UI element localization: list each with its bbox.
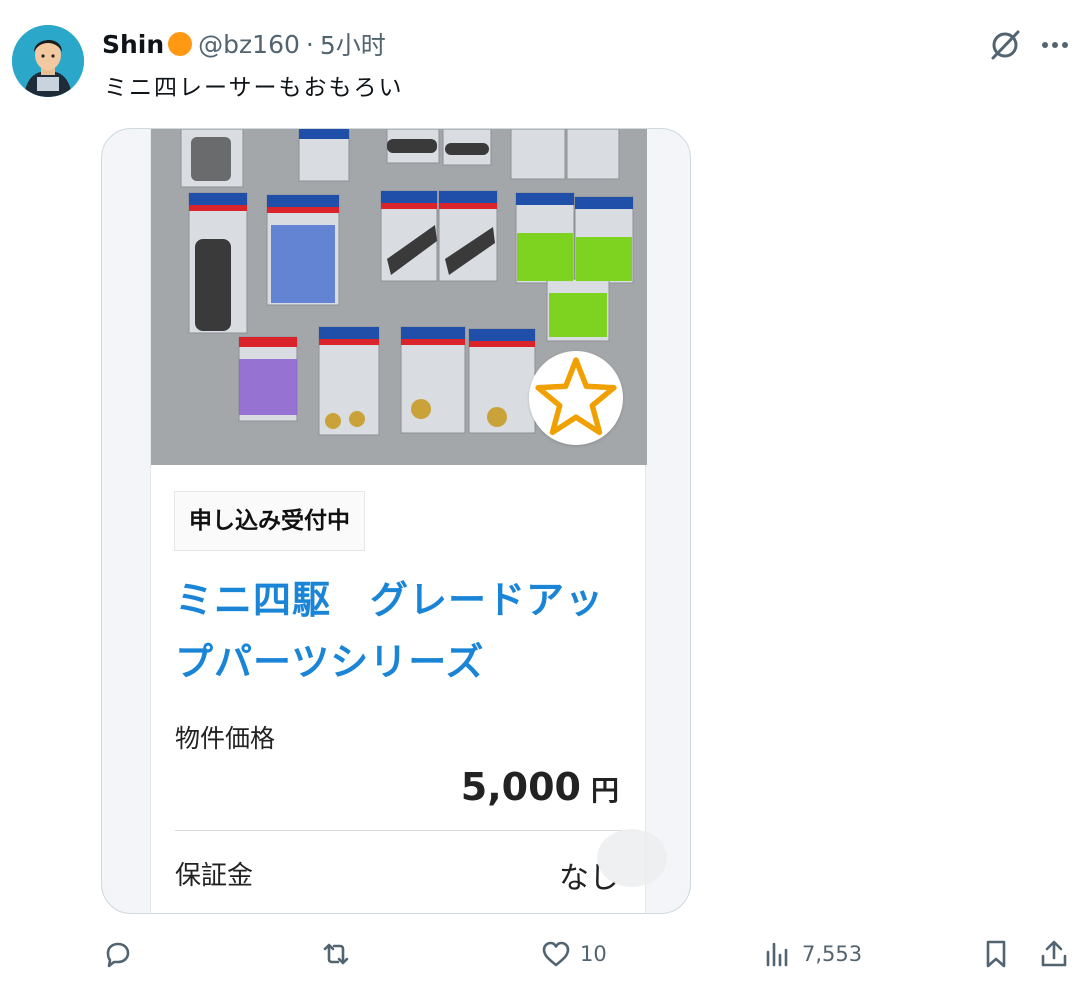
deposit-label: 保証金 (175, 861, 254, 891)
avatar[interactable] (12, 25, 84, 97)
status-badge: 申し込み受付中 (174, 491, 365, 551)
reply-icon (106, 942, 130, 968)
tweet-actions: 10 7,553 (0, 930, 1092, 980)
heart-icon (542, 941, 570, 967)
views-button[interactable]: 7,553 (762, 930, 862, 978)
avatar-image (12, 25, 84, 97)
tweet-header: Shin @bz160 · 5小时 (102, 26, 386, 62)
link-card[interactable]: 申し込み受付中 ミニ四駆 グレードアップパーツシリーズ 物件価格 5,000 円 … (101, 128, 691, 914)
like-count: 10 (580, 942, 607, 966)
price-value: 5,000 円 (461, 765, 619, 809)
bookmark-icon (986, 940, 1006, 968)
bookmark-button[interactable] (980, 930, 1012, 978)
reply-button[interactable] (102, 930, 134, 978)
author-handle[interactable]: @bz160 (198, 30, 300, 59)
like-button[interactable]: 10 (540, 930, 607, 978)
price-amount: 5,000 (460, 765, 581, 809)
views-chart-icon (766, 942, 788, 967)
orange-circle-badge-icon (168, 32, 193, 56)
divider (175, 830, 623, 831)
price-unit: 円 (590, 774, 619, 807)
grok-icon[interactable] (988, 28, 1022, 62)
author-name[interactable]: Shin (102, 30, 164, 59)
price-label: 物件価格 (175, 724, 276, 753)
retweet-icon (323, 943, 349, 965)
card-content: 申し込み受付中 ミニ四駆 グレードアップパーツシリーズ 物件価格 5,000 円 … (150, 129, 667, 913)
views-count: 7,553 (802, 942, 863, 966)
separator-dot: · (305, 29, 314, 59)
share-icon (1041, 940, 1067, 967)
listing-title[interactable]: ミニ四駆 グレードアップパーツシリーズ (175, 569, 635, 693)
chat-bubble-icon[interactable] (597, 829, 667, 887)
retweet-button[interactable] (320, 930, 352, 978)
tweet-timestamp[interactable]: 5小时 (320, 26, 386, 62)
favorite-button[interactable] (529, 351, 623, 445)
tweet-text: ミニ四レーサーもおもろい (104, 75, 404, 101)
share-button[interactable] (1038, 930, 1070, 978)
more-options-icon[interactable] (1040, 34, 1070, 56)
product-photo[interactable] (151, 129, 647, 465)
star-icon (535, 357, 617, 436)
